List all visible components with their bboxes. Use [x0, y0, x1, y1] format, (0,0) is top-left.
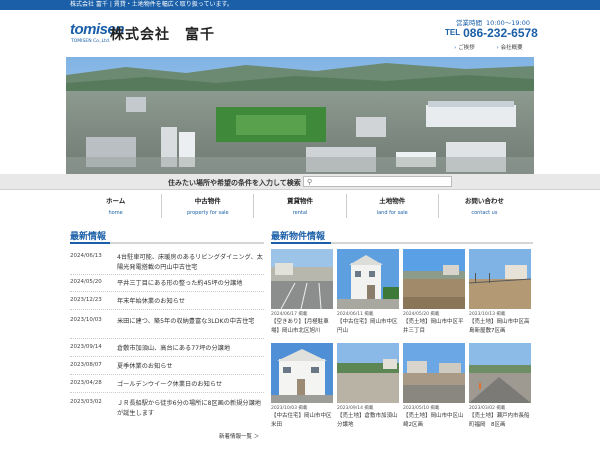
- news-item[interactable]: 2023/03/02 ＪＲ長船駅から徒歩6分の場所に8区画の新規分譲地が誕生しま…: [70, 399, 264, 421]
- property-photo-vacant-lot-fence[interactable]: [469, 249, 531, 309]
- link-greeting[interactable]: › ご挨拶: [454, 45, 485, 51]
- nav-rental[interactable]: 賃貸物件 rental: [253, 194, 345, 218]
- properties-title-underline: [271, 242, 533, 244]
- company-name: 株式会社 富千: [110, 27, 215, 43]
- company-logo[interactable]: tomisen TOMISEN Co.,Ltd.: [70, 22, 125, 48]
- link-company-profile[interactable]: › 会社概要: [496, 45, 532, 51]
- property-photo-paved-lot[interactable]: [403, 343, 465, 403]
- nav-used-property[interactable]: 中古物件 property for sale: [161, 194, 253, 218]
- property-photo-gravel-lot[interactable]: [337, 343, 399, 403]
- logo-subtitle: TOMISEN Co.,Ltd.: [71, 39, 111, 44]
- news-item[interactable]: 2023/04/28 ゴールデンウイーク休業日のお知らせ: [70, 380, 264, 393]
- news-title-underline: [70, 242, 264, 244]
- tel-number: 086-232-6578: [463, 26, 538, 40]
- property-photo-white-house[interactable]: [337, 249, 399, 309]
- news-section-title: 最新情報: [70, 232, 107, 242]
- phone-number[interactable]: TEL 086-232-6578: [445, 24, 538, 42]
- tel-label: TEL: [445, 28, 461, 37]
- nav-contact[interactable]: お問い合わせ contact us: [437, 194, 530, 218]
- global-nav: ホーム home 中古物件 property for sale 賃貸物件 ren…: [70, 194, 530, 218]
- search-input[interactable]: [316, 177, 450, 186]
- header-links: › ご挨拶 › 会社概要: [454, 43, 543, 51]
- search-label: 住みたい場所や希望の条件を入力して検索: [168, 179, 301, 187]
- chevron-right-icon: ›: [496, 45, 499, 51]
- property-photo-two-story-house[interactable]: [271, 343, 333, 403]
- news-item[interactable]: 2024/06/13 4台駐車可能、床暖房のあるリビングダイニング、太陽光発電搭…: [70, 253, 264, 275]
- properties-section-title: 最新物件情報: [271, 232, 326, 242]
- top-bar: 株式会社 富千 | 賃貸・土地物件を幅広く取り扱っています。: [0, 0, 600, 10]
- news-item[interactable]: 2023/10/03 米田に建つ、築5年の収納豊富な3LDKの中古住宅: [70, 317, 264, 339]
- news-item[interactable]: 2023/09/14 倉敷市加須山、高台にある77坪の分譲地: [70, 344, 264, 357]
- chevron-right-icon: ›: [454, 45, 457, 51]
- property-photo-roadside-lot[interactable]: [469, 343, 531, 403]
- hero-image: [66, 57, 534, 174]
- nav-home[interactable]: ホーム home: [70, 194, 161, 218]
- property-photo-vacant-lot[interactable]: [403, 249, 465, 309]
- search-box[interactable]: ⚲: [303, 176, 452, 187]
- nav-land[interactable]: 土地物件 land for sale: [345, 194, 438, 218]
- property-photo-parking-lot[interactable]: [271, 249, 333, 309]
- search-icon: ⚲: [307, 178, 313, 186]
- news-item[interactable]: 2023/12/23 年末年始休業のお知らせ: [70, 297, 264, 310]
- top-bar-text: 株式会社 富千 | 賃貸・土地物件を幅広く取り扱っています。: [70, 1, 233, 8]
- news-list-link[interactable]: 新着情報一覧 ＞: [219, 432, 259, 440]
- search-band: 住みたい場所や希望の条件を入力して検索 ⚲: [0, 174, 600, 190]
- news-item[interactable]: 2023/08/07 夏季休業のお知らせ: [70, 362, 264, 375]
- news-item[interactable]: 2024/05/20 平井三丁目にある形の整った約45坪の分譲地: [70, 279, 264, 292]
